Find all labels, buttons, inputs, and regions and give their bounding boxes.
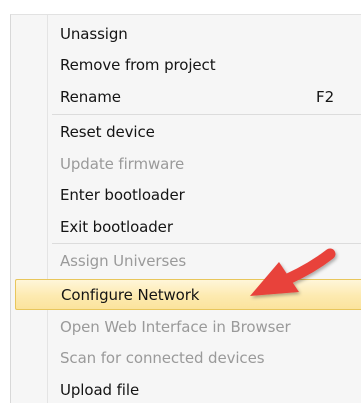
menu-item-configure-network[interactable]: Configure Network	[15, 279, 361, 310]
menu-item-label: Remove from project	[60, 55, 216, 74]
menu-item-remove-from-project[interactable]: Remove from project	[15, 49, 361, 80]
menu-item-reset-device[interactable]: Reset device	[15, 116, 361, 147]
menu-item-update-firmware: Update firmware	[15, 148, 361, 179]
menu-item-label: Upload file	[60, 380, 140, 399]
menu-item-label: Scan for connected devices	[60, 348, 265, 367]
menu-item-label: Unassign	[60, 24, 128, 43]
menu-item-open-web-interface: Open Web Interface in Browser	[15, 311, 361, 342]
menu-item-label: Reset device	[60, 122, 155, 141]
menu-item-scan-connected-devices: Scan for connected devices	[15, 342, 361, 373]
menu-item-label: Enter bootloader	[60, 185, 185, 204]
menu-item-exit-bootloader[interactable]: Exit bootloader	[15, 211, 361, 242]
menu-item-label: Open Web Interface in Browser	[60, 317, 291, 336]
menu-item-enter-bootloader[interactable]: Enter bootloader	[15, 179, 361, 210]
menu-item-label: Assign Universes	[60, 251, 187, 270]
menu-item-rename[interactable]: Rename F2	[15, 81, 361, 112]
menu-item-label: Update firmware	[60, 154, 185, 173]
menu-item-assign-universes: Assign Universes	[15, 245, 361, 276]
menu-item-label: Exit bootloader	[60, 217, 173, 236]
menu-item-label: Configure Network	[61, 285, 200, 304]
menu-separator	[52, 114, 361, 115]
menu-item-upload-file[interactable]: Upload file	[15, 374, 361, 403]
menu-separator	[52, 243, 361, 244]
context-menu: Unassign Remove from project Rename F2 R…	[10, 14, 361, 403]
shortcut-key: F2	[316, 87, 335, 106]
menu-item-label: Rename	[60, 87, 121, 106]
menu-item-unassign[interactable]: Unassign	[15, 18, 361, 49]
screenshot-stage: Unassign Remove from project Rename F2 R…	[0, 0, 361, 403]
